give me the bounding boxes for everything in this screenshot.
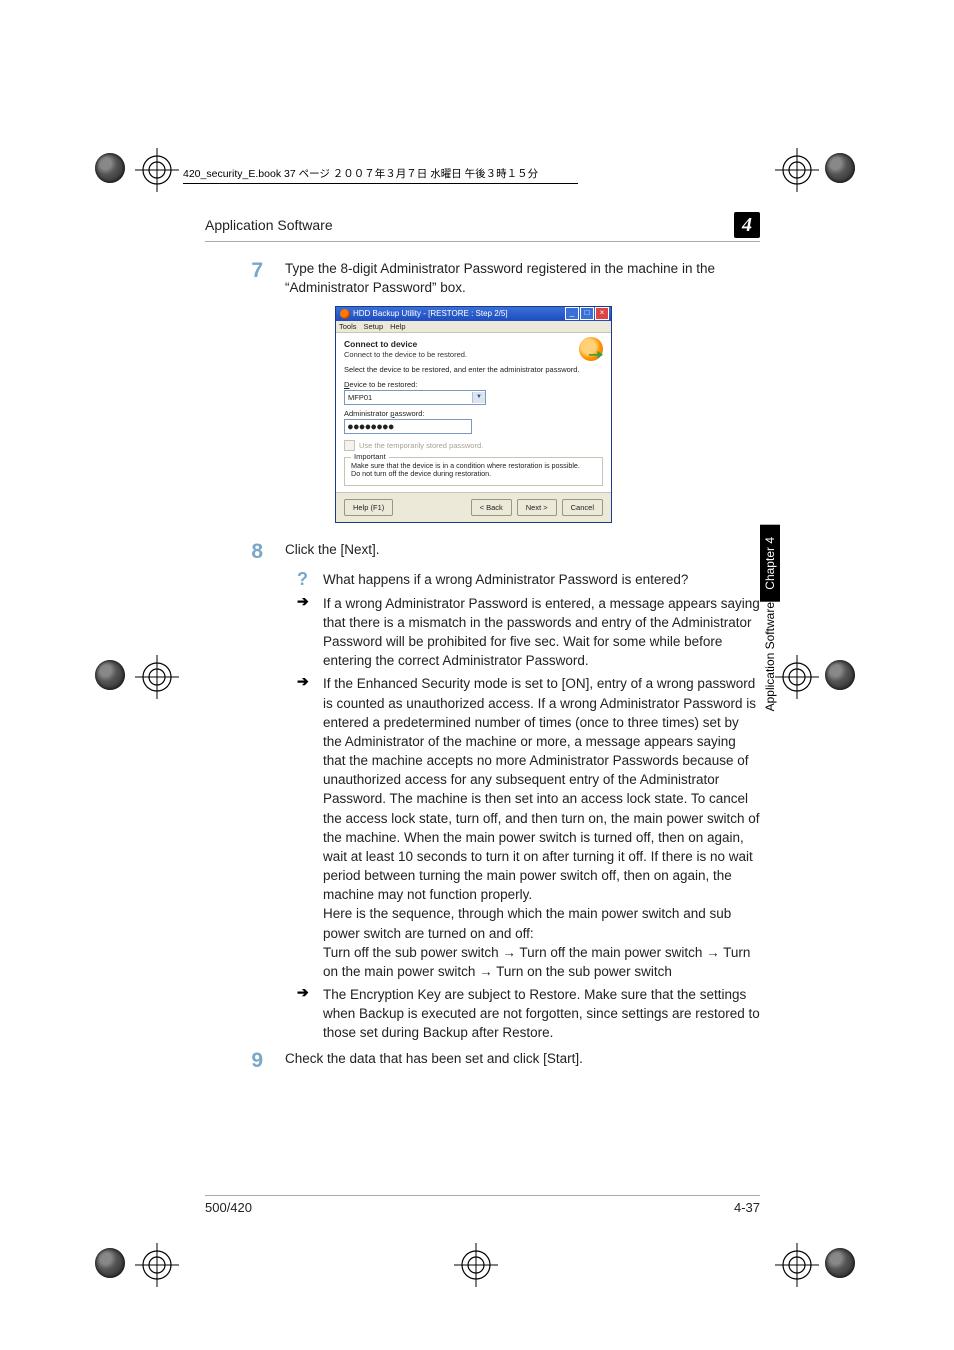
footer-left: 500/420 xyxy=(205,1200,252,1215)
step-8-answer-2: If the Enhanced Security mode is set to … xyxy=(323,674,760,981)
close-button[interactable]: × xyxy=(595,307,609,320)
crop-mark-icon xyxy=(135,655,179,699)
crop-mark-icon xyxy=(775,655,819,699)
registration-disc xyxy=(95,153,125,183)
admin-password-value: ●●●●●●●● xyxy=(348,422,395,431)
chevron-down-icon[interactable]: ▼ xyxy=(472,392,485,403)
maximize-button[interactable]: □ xyxy=(580,307,594,320)
dialog-subheading: Connect to the device to be restored. xyxy=(344,350,603,359)
registration-disc xyxy=(825,153,855,183)
dialog-instruction: Select the device to be restored, and en… xyxy=(344,365,603,374)
menu-tools[interactable]: Tools xyxy=(339,322,357,331)
important-group: Important Make sure that the device is i… xyxy=(344,457,603,486)
crop-mark-icon xyxy=(775,1243,819,1287)
side-chapter-label: Chapter 4 xyxy=(760,525,780,602)
device-label: Device to be restored: xyxy=(344,380,603,389)
help-button[interactable]: Help (F1) xyxy=(344,499,393,516)
next-button[interactable]: Next > xyxy=(517,499,557,516)
device-select-value: MFP01 xyxy=(345,393,472,402)
registration-disc xyxy=(95,660,125,690)
step-8-text: Click the [Next]. xyxy=(285,541,760,562)
page-footer: 500/420 4-37 xyxy=(205,1195,760,1215)
hdd-backup-dialog: HDD Backup Utility - [RESTORE : Step 2/5… xyxy=(335,306,612,523)
dialog-heading: Connect to device xyxy=(344,339,603,349)
side-section-label: Application Software xyxy=(763,602,777,723)
question-icon: ? xyxy=(297,570,323,590)
dialog-titlebar: HDD Backup Utility - [RESTORE : Step 2/5… xyxy=(336,307,611,321)
crop-mark-icon xyxy=(135,148,179,192)
device-select[interactable]: MFP01 ▼ xyxy=(344,390,486,405)
app-icon xyxy=(340,309,350,319)
password-label: Administrator password: xyxy=(344,409,603,418)
restore-icon xyxy=(579,337,603,361)
dialog-title: HDD Backup Utility - [RESTORE : Step 2/5… xyxy=(353,309,564,318)
menu-help[interactable]: Help xyxy=(390,322,405,331)
back-button[interactable]: < Back xyxy=(471,499,512,516)
side-tab: Chapter 4 Application Software xyxy=(759,525,781,723)
arrow-icon: ➔ xyxy=(297,594,323,671)
footer-right: 4-37 xyxy=(734,1200,760,1215)
cancel-button[interactable]: Cancel xyxy=(562,499,603,516)
registration-disc xyxy=(825,660,855,690)
chapter-badge: 4 xyxy=(734,212,760,238)
step-8-question: What happens if a wrong Administrator Pa… xyxy=(323,570,760,590)
step-8-answer-1: If a wrong Administrator Password is ent… xyxy=(323,594,760,671)
crop-mark-icon xyxy=(135,1243,179,1287)
header-rule xyxy=(205,241,760,242)
arrow-icon: ➔ xyxy=(297,674,323,981)
use-stored-password-checkbox xyxy=(344,440,355,451)
step-number-8: 8 xyxy=(205,541,285,562)
crop-mark-icon xyxy=(454,1243,498,1287)
crop-mark-icon xyxy=(775,148,819,192)
menu-setup[interactable]: Setup xyxy=(364,322,384,331)
admin-password-input[interactable]: ●●●●●●●● xyxy=(344,419,472,434)
minimize-button[interactable]: _ xyxy=(565,307,579,320)
step-number-7: 7 xyxy=(205,260,285,298)
arrow-icon: ➔ xyxy=(297,985,323,1042)
registration-disc xyxy=(825,1248,855,1278)
important-legend: Important xyxy=(351,452,389,461)
page-section-title: Application Software xyxy=(205,217,333,233)
dialog-menubar: Tools Setup Help xyxy=(336,321,611,333)
step-9-text: Check the data that has been set and cli… xyxy=(285,1050,760,1071)
step-number-9: 9 xyxy=(205,1050,285,1071)
source-meta-line: 420_security_E.book 37 ページ ２００７年３月７日 水曜日… xyxy=(183,166,578,184)
use-stored-password-label: Use the temporarily stored password. xyxy=(359,441,483,450)
important-msg-2: Do not turn off the device during restor… xyxy=(351,470,596,479)
registration-disc xyxy=(95,1248,125,1278)
step-8-answer-3: The Encryption Key are subject to Restor… xyxy=(323,985,760,1042)
step-7-text: Type the 8-digit Administrator Password … xyxy=(285,260,760,298)
